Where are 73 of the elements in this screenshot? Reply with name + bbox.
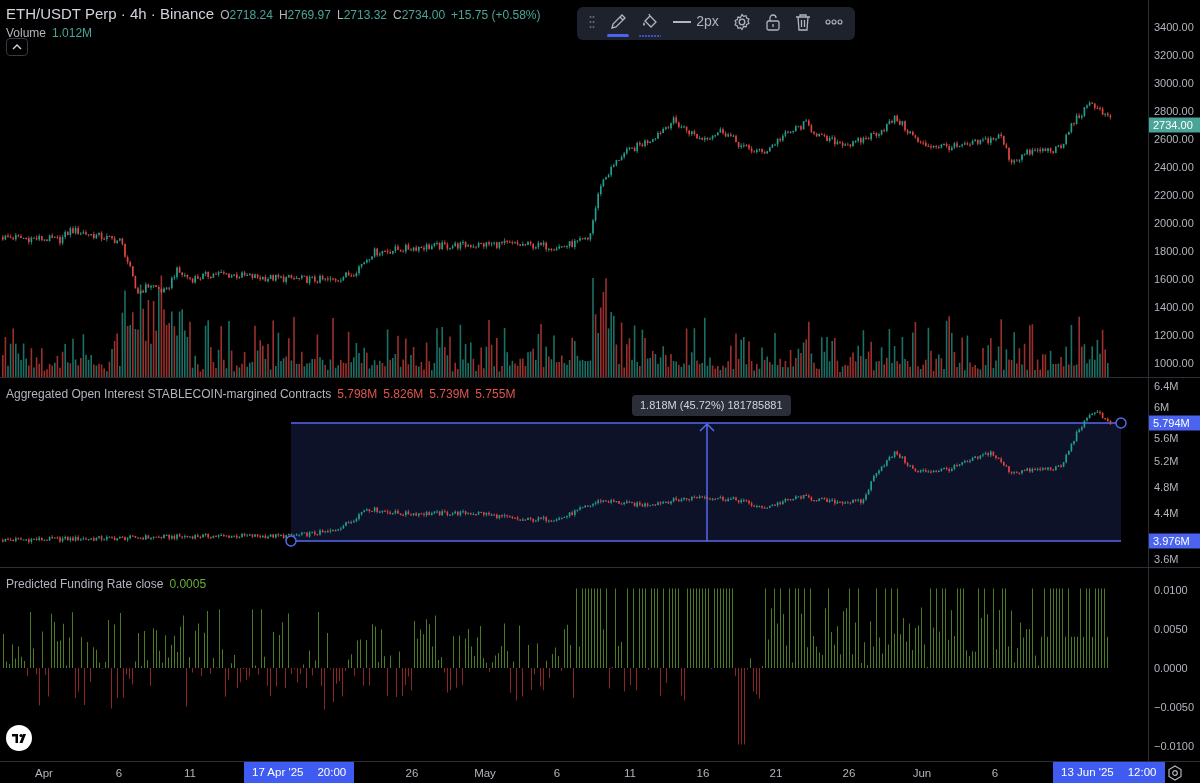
ohlc-value: C2734.00: [393, 7, 446, 24]
price-change: +15.75 (+0.58%): [451, 7, 541, 24]
axis-label: 3400.00: [1154, 21, 1194, 33]
value-badge: 3.976M: [1149, 533, 1200, 549]
chevron-up-icon: [12, 44, 22, 50]
drag-handle-icon: [589, 14, 595, 29]
indicator-label: Predicted Funding Rate close: [6, 576, 164, 593]
axis-label: 1600.00: [1154, 273, 1194, 285]
axis-label: 5.6M: [1154, 432, 1179, 444]
axis-label: 3.6M: [1154, 553, 1179, 565]
ohlc-value: O2718.24: [220, 7, 273, 24]
collapse-button[interactable]: [6, 38, 28, 56]
axis-label: 3200.00: [1154, 49, 1194, 61]
measure-label: 1.818M (45.72%) 181785881: [632, 395, 791, 416]
axis-label: 2800.00: [1154, 105, 1194, 117]
axis-label: 4.4M: [1154, 507, 1179, 519]
axis-label: 1800.00: [1154, 245, 1194, 257]
indicator-value: 5.826M: [383, 386, 424, 403]
axis-label: Apr: [35, 766, 53, 781]
indicator-label: Volume: [6, 25, 47, 42]
axis-label: 0.0050: [1154, 623, 1188, 635]
axis-label: 2000.00: [1154, 217, 1194, 229]
axis-label: 11: [624, 766, 636, 781]
axis-label: 0.0000: [1154, 662, 1188, 674]
axis-label: −0.0050: [1154, 701, 1195, 713]
ohlc-value: L2713.32: [336, 7, 387, 24]
axis-label: 1200.00: [1154, 329, 1194, 341]
ohlc-value: H2769.97: [278, 7, 331, 24]
axis-label: −0.0100: [1154, 740, 1195, 752]
indicator-value: 0.0005: [169, 576, 207, 593]
symbol-title: ETH/USDT Perp · 4h · Binance: [6, 4, 215, 24]
axis-label: 11: [184, 766, 196, 781]
axis-label: 1400.00: [1154, 301, 1194, 313]
axis-label: 3000.00: [1154, 77, 1194, 89]
axis-label: 26: [405, 766, 419, 781]
axis-label: 5.2M: [1154, 455, 1179, 467]
axis-label: 6: [115, 766, 123, 781]
unlocked-padlock-icon: [764, 12, 781, 31]
axis-label: 6: [991, 766, 999, 781]
axis-label: 6.4M: [1154, 380, 1179, 392]
settings-icon: [732, 12, 751, 31]
axis-label: 16: [696, 766, 710, 781]
axis-label: 0.0100: [1154, 584, 1188, 596]
axis-label: 4.8M: [1154, 481, 1179, 493]
axis-label: 6M: [1154, 401, 1170, 413]
measure-area[interactable]: [290, 422, 1122, 542]
drag-handle[interactable]: [285, 535, 297, 547]
indicator-value: 5.755M: [475, 386, 516, 403]
indicator-value: 5.798M: [337, 386, 378, 403]
axis-label: May: [474, 766, 496, 781]
value-badge: 5.794M: [1149, 415, 1200, 431]
axis-label: 2400.00: [1154, 161, 1194, 173]
trash-icon: [794, 12, 811, 31]
axis-label: 26: [842, 766, 856, 781]
axis-label: 21: [769, 766, 783, 781]
settings-icon: [1166, 765, 1183, 782]
crosshair-date-label: 17 Apr '25 20:00: [244, 762, 355, 783]
axis-label: Jun: [912, 766, 932, 781]
indicator-value: 1.012M: [52, 25, 93, 42]
line-width-icon: [673, 19, 692, 24]
indicator-label: Aggregated Open Interest STABLECOIN-margined Contracts: [6, 386, 332, 403]
axis-label: 1000.00: [1154, 357, 1194, 369]
axis-label: 2200.00: [1154, 189, 1194, 201]
last-price-badge: 2734.00: [1149, 117, 1200, 133]
indicator-value: 5.739M: [429, 386, 470, 403]
pencil-icon: [609, 12, 628, 31]
more-icon: [824, 18, 843, 25]
drag-handle[interactable]: [1115, 417, 1127, 429]
crosshair-date-label: 13 Jun '25 12:00: [1053, 762, 1165, 783]
axis-label: 6: [553, 766, 561, 781]
axis-label: 2600.00: [1154, 133, 1194, 145]
logo-icon: [6, 725, 32, 751]
line-width-button[interactable]: 2px: [669, 9, 723, 38]
